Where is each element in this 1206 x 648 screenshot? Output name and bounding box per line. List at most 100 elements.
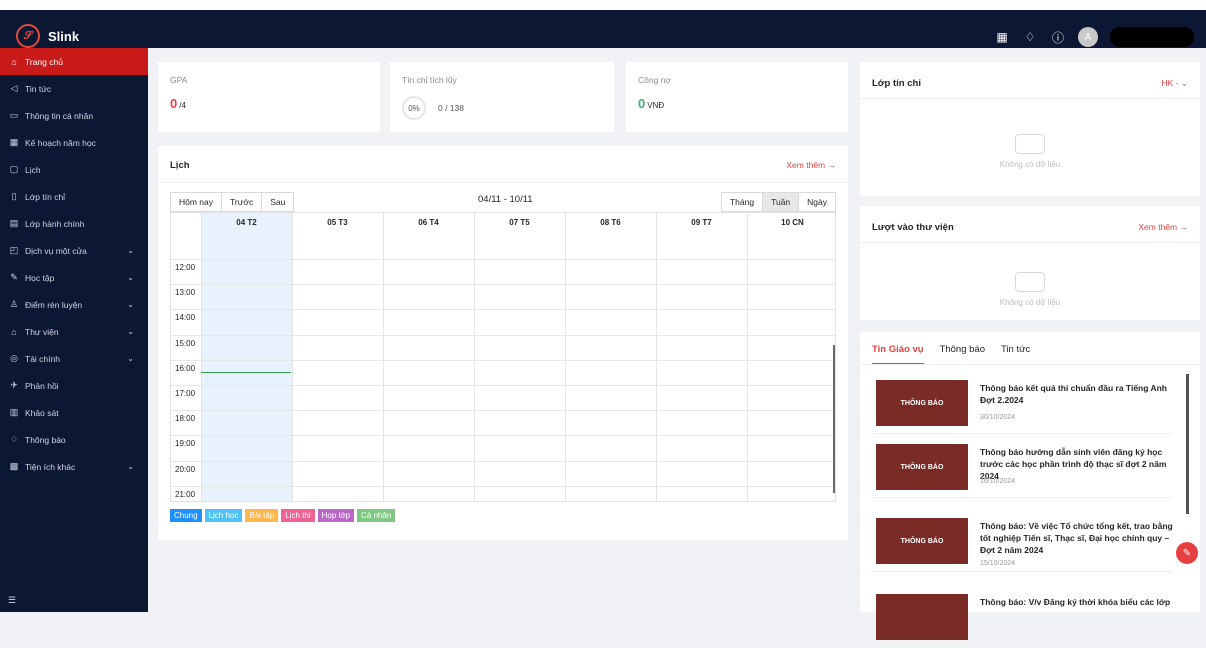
sidebar: ⌂ Trang chủ ◁ Tin tức ▭ Thông tin cá nhân ▦ Kế … [0,48,148,612]
avatar[interactable]: A [1078,27,1098,47]
debt-label: Công nợ [638,75,671,85]
info-icon[interactable]: ⓘ [1050,29,1066,45]
legend-tag[interactable]: Lịch thi [281,509,315,522]
day-column[interactable] [201,213,292,501]
edit-fab-button[interactable]: ✎ [1176,542,1198,564]
day-column[interactable] [292,213,383,501]
day-view-button[interactable]: Ngày [799,193,835,211]
news-item[interactable]: THÔNG BÁO Thông báo kết quả thi chuẩn đầu… [872,374,1172,434]
legend-tag[interactable]: Cá nhân [357,509,396,522]
sidebar-item-13[interactable]: ▥ Khảo sát [0,399,148,426]
sidebar-item-label: Lớp hành chính [25,218,85,229]
news-title[interactable]: Thông báo kết quả thi chuẩn đầu ra Tiếng… [980,382,1180,406]
debt-value: 0 VNĐ [638,96,665,111]
view-switch: Tháng Tuần Ngày [720,192,836,212]
day-header: 07 T5 [509,218,530,227]
sidebar-item-0[interactable]: ⌂ Trang chủ [0,48,148,75]
app-logo[interactable]: 𝒮 Slink [16,24,79,48]
time-label: 16:00 [175,363,196,373]
next-button[interactable]: Sau [262,193,294,211]
chevron-down-icon: ⌄ [127,273,134,282]
week-view-button[interactable]: Tuần [763,193,800,211]
legend-tag[interactable]: Chung [170,509,202,522]
sidebar-item-12[interactable]: ✈ Phản hồi [0,372,148,399]
time-label: 14:00 [175,313,196,323]
sidebar-item-label: Thông tin cá nhân [25,110,94,121]
sidebar-item-label: Phản hồi [25,380,59,391]
pencil-icon: ✎ [1182,547,1192,559]
sidebar-item-2[interactable]: ▭ Thông tin cá nhân [0,102,148,129]
sidebar-item-label: Tài chính [25,353,60,364]
bell-icon[interactable]: ♢ [1022,29,1038,45]
time-label: 21:00 [175,489,196,499]
tab-news[interactable]: Tin tức [1001,344,1030,365]
news-scrollbar[interactable] [1186,374,1189,514]
news-card: Tin Giáo vụ Thông báo Tin tức THÔNG BÁO T… [860,332,1200,648]
semester-select[interactable]: HK - ⌄ [1162,78,1188,89]
sidebar-item-label: Kế hoạch năm học [25,137,96,148]
day-column[interactable] [747,213,835,501]
news-thumbnail: THÔNG BÁO [876,444,968,490]
legend-tag[interactable]: Lịch học [204,509,243,522]
id-card-icon: ▭ [9,110,19,120]
credits-card: Tín chỉ tích lũy 0% 0 / 138 [390,62,614,132]
time-label: 19:00 [175,439,196,449]
service-icon: ◰ [9,245,19,255]
sidebar-item-3[interactable]: ▦ Kế hoạch năm học [0,129,148,156]
chevron-down-icon: ⌄ [127,327,134,336]
feedback-icon: ✈ [10,380,18,390]
tab-academic-news[interactable]: Tin Giáo vụ [872,344,924,365]
sidebar-item-label: Thông báo [25,434,66,445]
library-more-link[interactable]: Xem thêm → [1138,222,1188,232]
sidebar-item-9[interactable]: ♙ Điểm rèn luyện ⌄ [0,291,148,318]
pen-icon: ✎ [10,272,18,282]
day-column[interactable] [656,213,747,501]
app-name: Slink [48,28,80,44]
calendar-scrollbar[interactable] [833,345,835,493]
news-item[interactable]: THÔNG BÁO Thông báo: Về việc Tổ chức tổng… [872,512,1173,572]
news-title[interactable]: Thông báo: Về việc Tổ chức tổng kết, tra… [980,520,1180,556]
news-date: 30/10/2024 [980,414,1016,421]
sidebar-item-6[interactable]: ▤ Lớp hành chính [0,210,148,237]
calendar-legend: Chung Lịch học Bài tập Lịch thi Họp lớp Cá nh… [170,509,396,522]
sidebar-item-label: Lớp tín chỉ [25,191,66,202]
news-item[interactable]: Thông báo: V/v Đăng ký thời khóa biểu cá… [872,588,1172,648]
day-header: 08 T6 [600,218,621,227]
sidebar-item-4[interactable]: ▢ Lịch [0,156,148,183]
sidebar-item-label: Điểm rèn luyện [25,299,83,310]
news-item[interactable]: THÔNG BÁO Thông báo hướng dẫn sinh viên đ… [872,438,1172,498]
sidebar-item-5[interactable]: ▯ Lớp tín chỉ [0,183,148,210]
news-title[interactable]: Thông báo: V/v Đăng ký thời khóa biểu cá… [980,596,1180,608]
username-redacted[interactable] [1110,27,1194,47]
schedule-nav: Hôm nay Trước Sau [170,192,295,212]
legend-tag[interactable]: Bài tập [245,509,279,522]
sidebar-item-15[interactable]: ▩ Tiện ích khác ⌄ [0,453,148,480]
news-title[interactable]: Thông báo hướng dẫn sinh viên đăng ký họ… [980,446,1180,482]
chevron-down-icon: ⌄ [127,354,134,363]
day-column[interactable] [383,213,474,501]
day-column[interactable] [565,213,656,501]
day-header: 06 T4 [418,218,439,227]
top-bar: 𝒮 Slink ▦ ♢ ⓘ A [0,0,1206,48]
schedule-more-link[interactable]: Xem thêm → [786,160,836,170]
tab-announcements[interactable]: Thông báo [940,344,985,365]
sidebar-item-7[interactable]: ◰ Dịch vụ một cửa ⌄ [0,237,148,264]
legend-tag[interactable]: Họp lớp [317,509,355,522]
day-header: 09 T7 [691,218,712,227]
apps-grid-icon[interactable]: ▦ [994,29,1010,45]
day-column[interactable] [474,213,565,501]
debt-card: Công nợ 0 VNĐ [626,62,848,132]
today-button[interactable]: Hôm nay [171,193,223,211]
sidebar-item-11[interactable]: ◎ Tài chính ⌄ [0,345,148,372]
sidebar-item-14[interactable]: ♢ Thông báo [0,426,148,453]
sidebar-item-1[interactable]: ◁ Tin tức [0,75,148,102]
time-label: 13:00 [175,288,196,298]
time-label: 15:00 [175,338,196,348]
month-view-button[interactable]: Tháng [721,193,764,211]
sidebar-item-label: Tin tức [25,83,52,94]
collapse-menu-icon[interactable]: ☰ [8,595,16,606]
prev-button[interactable]: Trước [222,193,263,211]
sidebar-item-10[interactable]: ⌂ Thư viện ⌄ [0,318,148,345]
week-calendar[interactable]: 04 T2 05 T3 06 T4 07 T5 08 T6 09 T7 10 CN 12:00… [170,212,836,502]
sidebar-item-8[interactable]: ✎ Học tập ⌄ [0,264,148,291]
